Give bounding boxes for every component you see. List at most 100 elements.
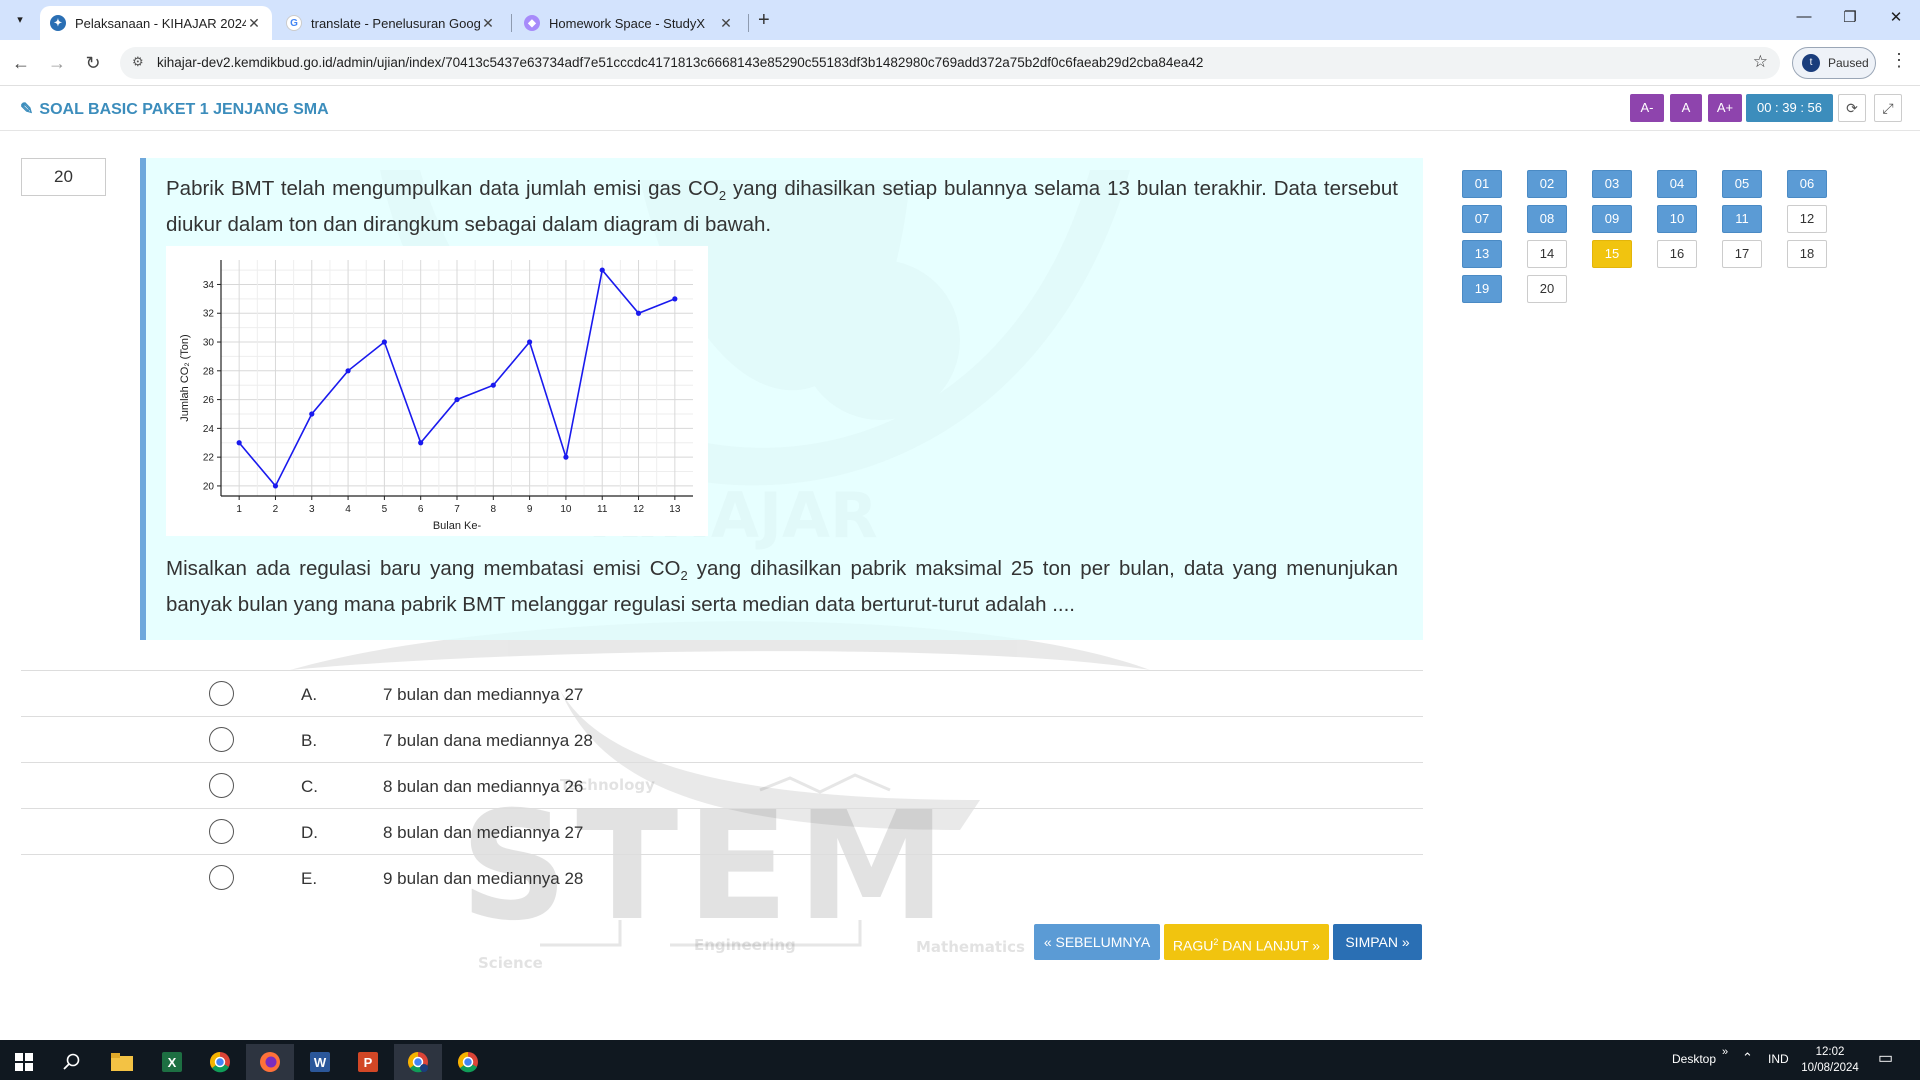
x-tick-label: 12 — [633, 504, 645, 515]
tray-chevron-up-icon[interactable]: ⌃ — [1742, 1050, 1753, 1066]
close-icon[interactable]: ✕ — [718, 15, 734, 32]
word-icon[interactable]: W — [296, 1044, 344, 1080]
question-nav-10[interactable]: 10 — [1657, 205, 1697, 233]
address-bar[interactable]: ⚙ kihajar-dev2.kemdikbud.go.id/admin/uji… — [120, 47, 1780, 79]
data-point — [454, 396, 460, 403]
close-icon[interactable]: ✕ — [246, 15, 262, 32]
back-icon[interactable]: ← — [8, 50, 34, 76]
emission-chart: 20 22 24 26 28 30 32 34 1 2 3 4 5 6 7 8 9 10 11 12 13 Bulan … — [166, 246, 708, 536]
question-nav-08[interactable]: 08 — [1527, 205, 1567, 233]
previous-button[interactable]: « SEBELUMNYA — [1034, 924, 1160, 960]
language-indicator[interactable]: IND — [1768, 1052, 1789, 1066]
watermark-mathematics: Mathematics — [916, 938, 1025, 956]
doubt-label: RAGU — [1172, 937, 1214, 954]
url-text[interactable]: kihajar-dev2.kemdikbud.go.id/admin/ujian… — [157, 55, 1203, 70]
search-icon[interactable] — [48, 1044, 96, 1080]
y-tick-label: 30 — [203, 338, 215, 349]
tab-title: translate - Penelusuran Google — [311, 15, 480, 31]
radio-button[interactable] — [209, 773, 234, 798]
question-nav-01[interactable]: 01 — [1462, 170, 1502, 198]
option-text[interactable]: 9 bulan dan mediannya 28 — [383, 869, 583, 889]
file-explorer-icon[interactable] — [98, 1044, 146, 1080]
question-nav-14[interactable]: 14 — [1527, 240, 1567, 268]
option-text[interactable]: 7 bulan dana mediannya 28 — [383, 731, 593, 751]
x-tick-label: 10 — [560, 504, 572, 515]
windows-start-icon[interactable] — [0, 1044, 48, 1080]
restore-icon[interactable]: ❐ — [1838, 8, 1862, 26]
option-b[interactable]: B. 7 bulan dana mediannya 28 — [21, 716, 1423, 762]
question-nav-15[interactable]: 15 — [1592, 240, 1632, 268]
profile-button[interactable]: t Paused — [1792, 47, 1876, 79]
chrome-profile-icon[interactable] — [394, 1044, 442, 1080]
data-point — [418, 440, 424, 446]
reload-icon[interactable]: ↻ — [80, 50, 106, 76]
question-nav-16[interactable]: 16 — [1657, 240, 1697, 268]
svg-text:P: P — [364, 1055, 373, 1070]
tab-kihajar[interactable]: ✦ Pelaksanaan - KIHAJAR 2024 ✕ — [40, 6, 272, 40]
y-tick-label: 28 — [203, 366, 215, 377]
refresh-icon[interactable]: ⟳ — [1838, 94, 1866, 122]
radio-button[interactable] — [209, 865, 234, 890]
question-nav-12[interactable]: 12 — [1787, 205, 1827, 233]
excel-icon[interactable]: X — [148, 1044, 196, 1080]
option-text[interactable]: 8 bulan dan mediannya 27 — [383, 823, 583, 843]
menu-kebab-icon[interactable]: ⋮ — [1890, 50, 1908, 71]
data-point — [527, 339, 533, 345]
question-nav-20[interactable]: 20 — [1527, 275, 1567, 303]
option-text[interactable]: 7 bulan dan mediannya 27 — [383, 685, 583, 705]
font-normal-button[interactable]: A — [1670, 94, 1702, 122]
fullscreen-icon[interactable]: ⤢ — [1874, 94, 1902, 122]
option-letter: A. — [301, 685, 318, 704]
close-icon[interactable]: ✕ — [480, 15, 496, 32]
system-clock[interactable]: 12:02 10/08/2024 — [1800, 1044, 1860, 1076]
site-info-icon[interactable]: ⚙ — [132, 54, 144, 70]
radio-button[interactable] — [209, 819, 234, 844]
bookmark-star-icon[interactable]: ☆ — [1753, 52, 1768, 72]
question-nav-07[interactable]: 07 — [1462, 205, 1502, 233]
option-d[interactable]: D. 8 bulan dan mediannya 27 — [21, 808, 1423, 854]
avatar: t — [1802, 54, 1820, 72]
font-decrease-button[interactable]: A- — [1630, 94, 1664, 122]
data-point — [490, 382, 496, 388]
question-nav-13[interactable]: 13 — [1462, 240, 1502, 268]
tab-search-button[interactable]: ▾ — [8, 9, 32, 31]
question-nav-18[interactable]: 18 — [1787, 240, 1827, 268]
firefox-icon[interactable] — [246, 1044, 294, 1080]
question-nav-06[interactable]: 06 — [1787, 170, 1827, 198]
toolbar-expand-icon[interactable]: » — [1722, 1046, 1728, 1058]
chrome-icon[interactable] — [196, 1044, 244, 1080]
option-c[interactable]: C. 8 bulan dan mediannya 26 — [21, 762, 1423, 808]
question-nav-02[interactable]: 02 — [1527, 170, 1567, 198]
doubt-next-button[interactable]: RAGU2 DAN LANJUT » — [1164, 924, 1329, 960]
option-e[interactable]: E. 9 bulan dan mediannya 28 — [21, 854, 1423, 900]
notification-icon[interactable]: ▭ — [1878, 1048, 1893, 1068]
tab-studyx[interactable]: ◆ Homework Space - StudyX ✕ — [514, 6, 744, 40]
y-tick-label: 34 — [203, 280, 215, 291]
option-a[interactable]: A. 7 bulan dan mediannya 27 — [21, 670, 1423, 716]
question-number: 20 — [21, 158, 106, 196]
data-point — [236, 440, 242, 446]
forward-icon[interactable]: → — [44, 50, 70, 76]
question-nav-05[interactable]: 05 — [1722, 170, 1762, 198]
tab-google-translate[interactable]: G translate - Penelusuran Google ✕ — [276, 6, 506, 40]
powerpoint-icon[interactable]: P — [344, 1044, 392, 1080]
save-button[interactable]: SIMPAN » — [1333, 924, 1422, 960]
question-nav-04[interactable]: 04 — [1657, 170, 1697, 198]
question-nav-17[interactable]: 17 — [1722, 240, 1762, 268]
desktop-toolbar-label[interactable]: Desktop — [1672, 1052, 1716, 1066]
chrome-icon[interactable] — [444, 1044, 492, 1080]
question-nav-03[interactable]: 03 — [1592, 170, 1632, 198]
page-title: ✎ SOAL BASIC PAKET 1 JENJANG SMA — [20, 99, 329, 119]
font-increase-button[interactable]: A+ — [1708, 94, 1742, 122]
new-tab-button[interactable]: + — [758, 9, 770, 32]
radio-button[interactable] — [209, 681, 234, 706]
x-tick-label: 9 — [527, 504, 533, 515]
option-text[interactable]: 8 bulan dan mediannya 26 — [383, 777, 583, 797]
radio-button[interactable] — [209, 727, 234, 752]
question-nav-19[interactable]: 19 — [1462, 275, 1502, 303]
option-letter: E. — [301, 869, 318, 888]
minimize-icon[interactable]: — — [1792, 8, 1816, 25]
question-nav-09[interactable]: 09 — [1592, 205, 1632, 233]
question-nav-11[interactable]: 11 — [1722, 205, 1762, 233]
close-window-icon[interactable]: ✕ — [1884, 8, 1908, 26]
